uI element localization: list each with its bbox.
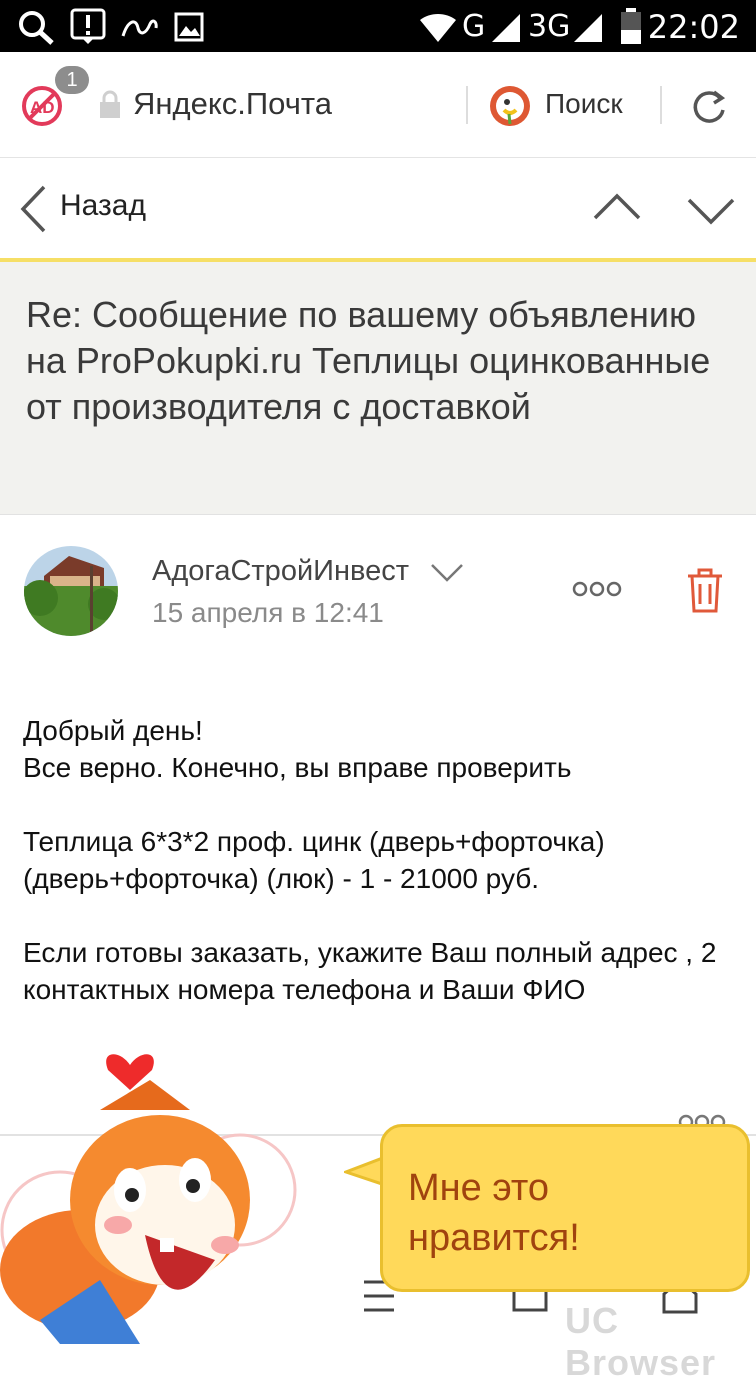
alert-icon xyxy=(70,8,106,44)
message-date: 15 апреля в 12:41 xyxy=(152,597,384,628)
back-button[interactable]: Назад xyxy=(60,189,146,223)
promo-bubble-text: Мне это нравится! xyxy=(408,1167,580,1259)
sender-details-chevron-icon[interactable] xyxy=(430,563,464,583)
previous-message-icon[interactable] xyxy=(592,192,642,222)
battery-icon xyxy=(621,8,641,44)
message-subject: Re: Сообщение по вашему объявлению на Pr… xyxy=(26,294,711,427)
duckduckgo-icon[interactable] xyxy=(488,84,532,128)
more-options-icon[interactable] xyxy=(572,580,622,598)
uc-browser-watermark: UC Browser xyxy=(565,1300,717,1383)
next-message-icon[interactable] xyxy=(686,196,736,226)
uc-squirrel-mascot-image xyxy=(0,1054,297,1344)
page-title[interactable]: Яндекс.Почта xyxy=(133,86,332,122)
search-button-label[interactable]: Поиск xyxy=(545,88,623,120)
subject-panel: Re: Сообщение по вашему объявлению на Pr… xyxy=(0,262,756,515)
signal-icon xyxy=(492,14,520,42)
search-icon xyxy=(19,11,54,45)
divider xyxy=(660,86,662,124)
sender-name[interactable]: АдогаСтройИнвест xyxy=(152,555,409,588)
trash-icon[interactable] xyxy=(684,566,726,614)
network-type-g: G xyxy=(462,9,486,44)
sender-avatar[interactable] xyxy=(24,546,118,636)
status-bar: G 3G 22:02 xyxy=(0,0,756,52)
signal-icon-2 xyxy=(574,14,602,42)
message-nav-bar: Назад xyxy=(0,158,756,262)
browser-address-bar: AD 1 Яндекс.Почта Поиск xyxy=(0,52,756,158)
message-body: Добрый день! Все верно. Конечно, вы впра… xyxy=(23,715,717,1005)
wifi-icon xyxy=(420,14,456,42)
back-chevron-icon[interactable] xyxy=(18,184,48,234)
image-icon xyxy=(174,12,204,42)
clock: 22:02 xyxy=(647,8,740,46)
refresh-icon[interactable] xyxy=(690,88,728,126)
app-icon xyxy=(121,19,158,37)
adblock-icon[interactable]: AD xyxy=(20,84,64,128)
adblock-count-badge: 1 xyxy=(55,66,89,94)
divider xyxy=(466,86,468,124)
lock-icon xyxy=(100,90,120,118)
network-type-3g: 3G xyxy=(528,9,571,44)
